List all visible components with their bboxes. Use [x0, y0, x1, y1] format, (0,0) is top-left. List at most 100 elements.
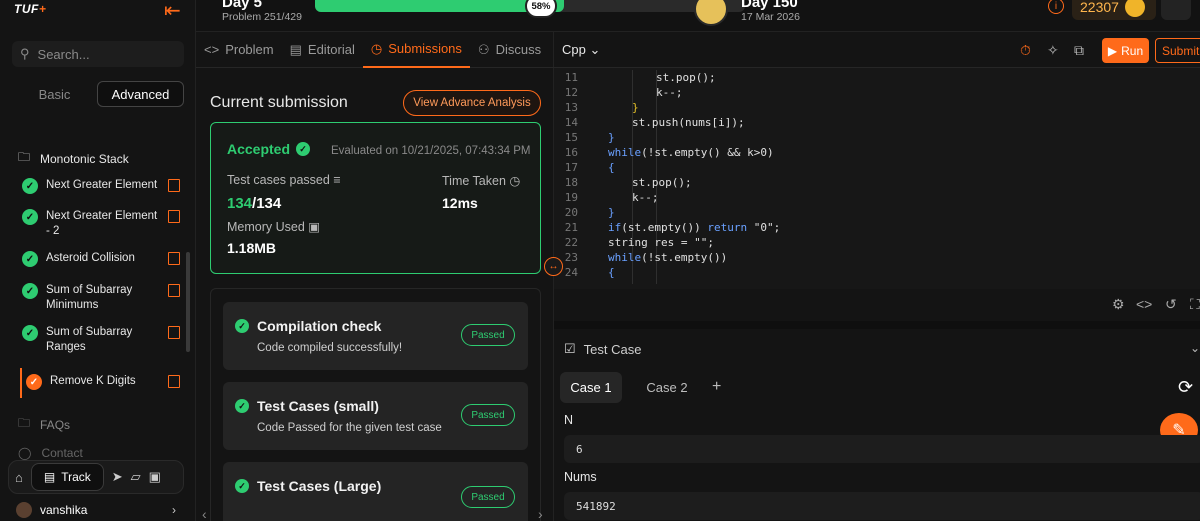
coins-badge[interactable]: 22307	[1072, 0, 1156, 20]
sidebar-item-sum-of-subarray-ranges[interactable]: ✓ Sum of Subarray Ranges	[22, 325, 180, 355]
username: vanshika	[40, 503, 88, 517]
code-line[interactable]: 20}	[554, 205, 1200, 220]
send-icon[interactable]: ➤	[112, 469, 123, 485]
fullscreen-icon[interactable]: ⛶	[1190, 296, 1200, 313]
code-line[interactable]: 13}	[554, 100, 1200, 115]
code-line[interactable]: 23 while(!st.empty())	[554, 250, 1200, 265]
mode-basic[interactable]: Basic	[12, 81, 97, 107]
code-line[interactable]: 24{	[554, 265, 1200, 280]
code-icon: <>	[204, 42, 220, 57]
folder-monotonic-stack[interactable]: 🗀 Monotonic Stack	[18, 148, 129, 169]
check-icon: ✓	[22, 283, 38, 299]
code-area[interactable]: 11 st.pop(); 12 k--; 13} 14 st.push(nums[i]); 1…	[554, 70, 1200, 284]
code-text: {	[608, 266, 615, 279]
target-day: Day 150	[741, 0, 798, 11]
bookmark-icon[interactable]	[168, 210, 180, 223]
code-line[interactable]: 22 string res = "";	[554, 235, 1200, 250]
logo[interactable]: TUF+	[14, 2, 46, 16]
code-text: while(!st.empty() && k>0)	[608, 146, 774, 159]
sidebar-item-asteroid-collision[interactable]: ✓ Asteroid Collision	[22, 251, 180, 267]
magic-wand-icon[interactable]: ✧	[1047, 42, 1059, 59]
test-case-title: Test Case	[583, 341, 642, 357]
tab-case-1[interactable]: Case 1	[560, 372, 622, 403]
chevron-left-icon[interactable]: ‹	[202, 506, 207, 521]
advance-analysis-button[interactable]: View Advance Analysis	[403, 90, 541, 116]
chevron-down-icon[interactable]: ⌄	[1190, 341, 1200, 355]
search-icon: ⚲	[20, 46, 30, 61]
sidebar-item-next-greater-element-2[interactable]: ✓ Next Greater Element - 2	[22, 209, 180, 239]
code-text: {	[608, 161, 615, 174]
user-profile[interactable]: vanshika ›	[16, 502, 176, 518]
mode-advanced[interactable]: Advanced	[97, 81, 184, 107]
home-icon[interactable]: ⌂	[15, 470, 23, 485]
refresh-icon[interactable]: ⟳	[1178, 377, 1193, 398]
code-line[interactable]: 12 k--;	[554, 85, 1200, 100]
line-number: 11	[564, 71, 578, 84]
add-case-icon[interactable]: +	[712, 378, 721, 396]
bookmark-icon[interactable]	[168, 252, 180, 265]
folder-icon: 🗀	[18, 150, 31, 164]
timer-icon[interactable]: ⏱	[1020, 42, 1031, 59]
tab-case-2[interactable]: Case 2	[636, 372, 698, 403]
tab-label: Editorial	[307, 42, 355, 57]
run-button[interactable]: ▶ Run	[1102, 38, 1149, 63]
language-select[interactable]: Cpp ⌄	[562, 42, 600, 58]
passed-badge: Passed	[461, 324, 515, 346]
resize-handle-icon[interactable]: ↔	[544, 257, 563, 276]
sidebar-item-sum-of-subarray-minimums[interactable]: ✓ Sum of Subarray Minimums	[22, 283, 180, 313]
test-case-header: ☑ Test Case	[564, 341, 641, 357]
bookmark-icon[interactable]	[168, 284, 180, 297]
submit-button[interactable]: Submit	[1155, 38, 1200, 63]
search-input[interactable]	[37, 46, 158, 62]
code-line[interactable]: 14 st.push(nums[i]);	[554, 115, 1200, 130]
copy-icon[interactable]: ⧉	[1074, 42, 1084, 59]
tab-problem[interactable]: <> Problem	[196, 32, 282, 68]
people-icon: ⚇	[477, 41, 490, 57]
search-box[interactable]: ⚲	[12, 41, 184, 67]
track-button[interactable]: ▤ Track	[30, 463, 104, 491]
code-icon[interactable]: <>	[1136, 296, 1152, 312]
tab-submissions[interactable]: ◷ Submissions	[362, 32, 470, 68]
bookmark-icon[interactable]	[168, 375, 180, 388]
notebook-icon[interactable]: ▣	[149, 469, 161, 485]
param-value-field[interactable]: 6	[564, 435, 1200, 463]
chevron-right-icon[interactable]: ›	[538, 506, 543, 521]
sidebar-item-contact[interactable]: ◯ Contact	[18, 446, 83, 460]
problem-label: Sum of Subarray Minimums	[46, 284, 133, 311]
memory-label: Memory Used ▣	[227, 220, 321, 234]
tab-discuss[interactable]: ⚇ Discuss	[470, 32, 549, 68]
sidebar-item-remove-k-digits[interactable]: ✓ Remove K Digits	[26, 374, 180, 390]
sidebar-item-faqs[interactable]: 🗀 FAQs	[18, 414, 70, 435]
check-card-large: ✓ Test Cases (Large) Passed	[223, 462, 528, 521]
check-icon: ✓	[296, 142, 311, 156]
line-number: 13	[564, 101, 578, 114]
history-icon[interactable]: ↺	[1165, 296, 1177, 313]
gear-icon[interactable]: ⚙	[1112, 296, 1125, 313]
code-text: while(!st.empty())	[608, 251, 728, 264]
test-case-panel: ☑ Test Case ⌄ Case 1 Case 2 + ⟳ ✎ N 6 Nu…	[554, 321, 1200, 521]
code-line[interactable]: 19 k--;	[554, 190, 1200, 205]
bookmark-icon[interactable]	[168, 179, 180, 192]
code-line[interactable]: 11 st.pop();	[554, 70, 1200, 85]
collapse-sidebar-icon[interactable]: ⇤	[164, 0, 181, 23]
code-line[interactable]: 16 while(!st.empty() && k>0)	[554, 145, 1200, 160]
sidebar-scrollbar[interactable]	[186, 252, 190, 352]
settings-icon[interactable]	[1161, 0, 1191, 20]
sidebar-item-next-greater-element[interactable]: ✓ Next Greater Element	[22, 178, 180, 194]
tab-editorial[interactable]: ▤ Editorial	[282, 32, 363, 68]
check-title: ✓ Test Cases (small)	[235, 398, 379, 414]
code-line[interactable]: 21 if(st.empty()) return "0";	[554, 220, 1200, 235]
code-editor[interactable]: Cpp ⌄ ⏱ ✧ ⧉ ▶ Run Submit 11 st.pop(); 12 k--…	[554, 32, 1200, 321]
folder-icon: 🗀	[18, 416, 31, 430]
code-text: st.pop();	[656, 71, 716, 84]
progress-percent: 58%	[525, 0, 557, 18]
tab-label: Discuss	[495, 42, 542, 57]
param-value-field[interactable]: 541892	[564, 492, 1200, 520]
bookmark-icon[interactable]	[168, 326, 180, 339]
code-line[interactable]: 15}	[554, 130, 1200, 145]
file-icon[interactable]: ▱	[131, 469, 141, 485]
info-icon[interactable]: i	[1048, 0, 1064, 14]
code-line[interactable]: 18 st.pop();	[554, 175, 1200, 190]
app-root: TUF+ ⇤ ⚲ Basic Advanced 🗀 Monotonic Stac…	[0, 0, 1200, 521]
code-line[interactable]: 17 {	[554, 160, 1200, 175]
